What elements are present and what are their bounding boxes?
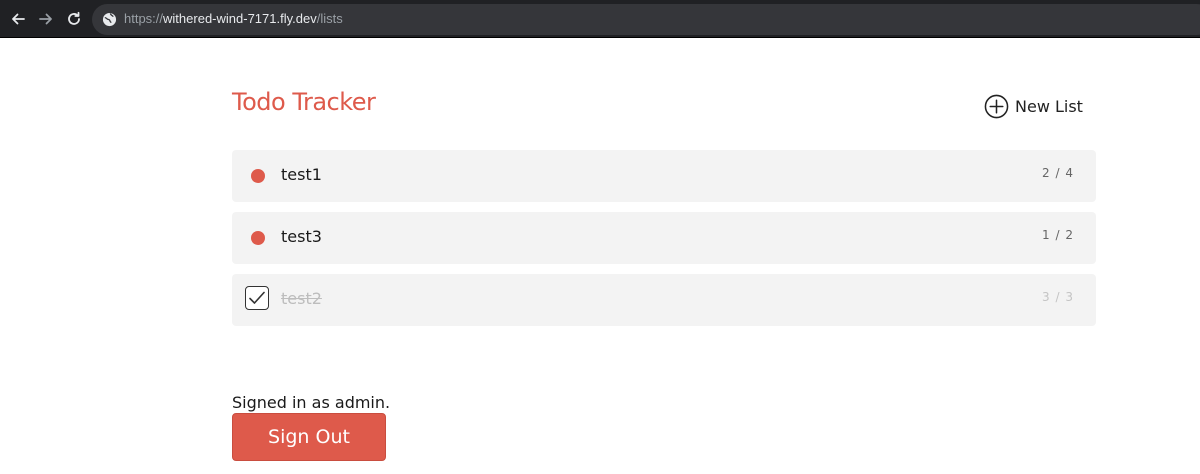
todo-list: test1 2 / 4 test3 1 / 2 test2 3 / 3: [232, 150, 1096, 336]
signed-in-status: Signed in as admin.: [232, 393, 391, 412]
url-text[interactable]: https://withered-wind-7171.fly.dev/lists: [124, 11, 343, 26]
checkmark-icon: [245, 286, 269, 310]
forward-button[interactable]: [36, 9, 56, 29]
new-list-label: New List: [1015, 96, 1083, 116]
address-bar[interactable]: https://withered-wind-7171.fly.dev/lists: [92, 4, 1200, 35]
list-item[interactable]: test2 3 / 3: [232, 274, 1096, 326]
back-button[interactable]: [8, 9, 28, 29]
new-list-button[interactable]: New List: [984, 92, 1083, 120]
globe-icon: [102, 12, 117, 27]
list-item-name: test2: [281, 289, 322, 308]
browser-toolbar: https://withered-wind-7171.fly.dev/lists: [0, 0, 1200, 38]
list-item-count: 2 / 4: [1042, 166, 1074, 180]
sign-out-button[interactable]: Sign Out: [232, 413, 386, 461]
plus-circle-icon: [984, 94, 1009, 118]
incomplete-dot-icon: [251, 169, 265, 183]
list-item-count: 1 / 2: [1042, 228, 1074, 242]
url-path: /lists: [316, 11, 343, 26]
arrow-right-icon: [39, 13, 52, 25]
list-item-name: test1: [281, 165, 322, 184]
url-scheme: https://: [124, 11, 164, 26]
arrow-left-icon: [12, 13, 25, 25]
incomplete-dot-icon: [251, 231, 265, 245]
reload-button[interactable]: [64, 9, 84, 29]
app-container: Todo Tracker New List test1 2 / 4 test3 …: [232, 38, 1096, 474]
list-item[interactable]: test3 1 / 2: [232, 212, 1096, 264]
reload-icon: [68, 11, 80, 25]
list-item-name: test3: [281, 227, 322, 246]
list-item-count: 3 / 3: [1042, 290, 1074, 304]
url-host: withered-wind-7171.fly.dev: [163, 11, 317, 26]
list-item[interactable]: test1 2 / 4: [232, 150, 1096, 202]
page-title[interactable]: Todo Tracker: [232, 88, 376, 116]
